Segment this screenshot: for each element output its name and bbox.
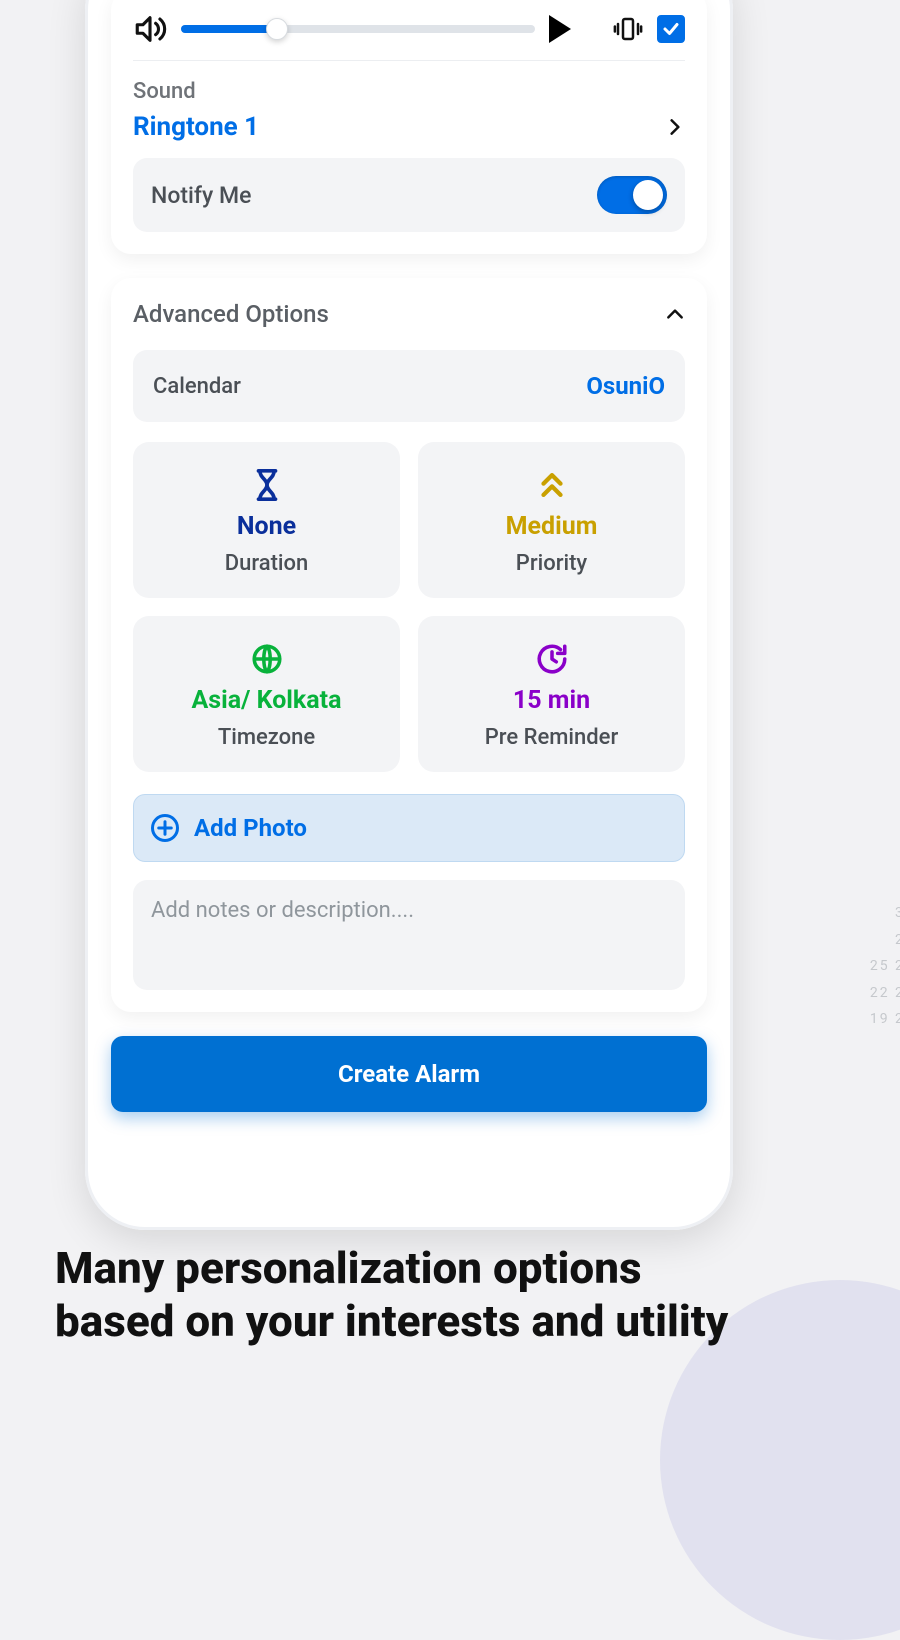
chevron-up-icon bbox=[665, 302, 685, 326]
advanced-card: Advanced Options Calendar OsuniO bbox=[111, 278, 707, 1012]
add-photo-button[interactable]: Add Photo bbox=[133, 794, 685, 862]
prereminder-tile[interactable]: 15 min Pre Reminder bbox=[418, 616, 685, 772]
advanced-title: Advanced Options bbox=[133, 300, 329, 328]
ringtone-value: Ringtone 1 bbox=[133, 112, 259, 142]
calendar-value: OsuniO bbox=[586, 372, 665, 400]
plus-circle-icon bbox=[150, 813, 180, 843]
sound-label: Sound bbox=[133, 79, 685, 104]
play-icon[interactable] bbox=[549, 15, 571, 43]
add-photo-label: Add Photo bbox=[194, 814, 307, 842]
priority-value: Medium bbox=[506, 512, 598, 541]
hourglass-icon bbox=[250, 468, 284, 502]
chevron-right-icon bbox=[665, 115, 685, 139]
vibrate-icon bbox=[613, 14, 643, 44]
notify-label: Notify Me bbox=[151, 182, 251, 209]
prereminder-label: Pre Reminder bbox=[485, 725, 618, 750]
notes-input[interactable]: Add notes or description.... bbox=[133, 880, 685, 990]
volume-row bbox=[133, 12, 685, 61]
timezone-value: Asia/ Kolkata bbox=[192, 686, 342, 715]
calendar-row[interactable]: Calendar OsuniO bbox=[133, 350, 685, 422]
vibrate-checkbox[interactable] bbox=[657, 15, 685, 43]
volume-slider[interactable] bbox=[181, 24, 535, 34]
notify-row: Notify Me bbox=[133, 158, 685, 232]
advanced-header[interactable]: Advanced Options bbox=[133, 300, 685, 328]
timezone-tile[interactable]: Asia/ Kolkata Timezone bbox=[133, 616, 400, 772]
priority-label: Priority bbox=[516, 551, 587, 576]
clock-reload-icon bbox=[535, 642, 569, 676]
sound-card: Sound Ringtone 1 Notify Me bbox=[111, 0, 707, 254]
duration-label: Duration bbox=[225, 551, 309, 576]
phone-frame: Sound Ringtone 1 Notify Me Advanced Opti… bbox=[85, 0, 733, 1230]
notes-placeholder: Add notes or description.... bbox=[151, 898, 414, 923]
speaker-icon bbox=[133, 12, 167, 46]
create-alarm-button[interactable]: Create Alarm bbox=[111, 1036, 707, 1112]
prereminder-value: 15 min bbox=[513, 686, 590, 715]
globe-icon bbox=[250, 642, 284, 676]
advanced-tiles: None Duration Medium Priority bbox=[133, 442, 685, 772]
calendar-label: Calendar bbox=[153, 374, 241, 399]
marketing-headline: Many personalization options based on yo… bbox=[55, 1242, 755, 1348]
duration-tile[interactable]: None Duration bbox=[133, 442, 400, 598]
notify-toggle[interactable] bbox=[597, 176, 667, 214]
timezone-label: Timezone bbox=[218, 725, 315, 750]
ringtone-row[interactable]: Ringtone 1 bbox=[133, 112, 685, 142]
priority-tile[interactable]: Medium Priority bbox=[418, 442, 685, 598]
duration-value: None bbox=[237, 512, 296, 541]
priority-up-icon bbox=[535, 468, 569, 502]
